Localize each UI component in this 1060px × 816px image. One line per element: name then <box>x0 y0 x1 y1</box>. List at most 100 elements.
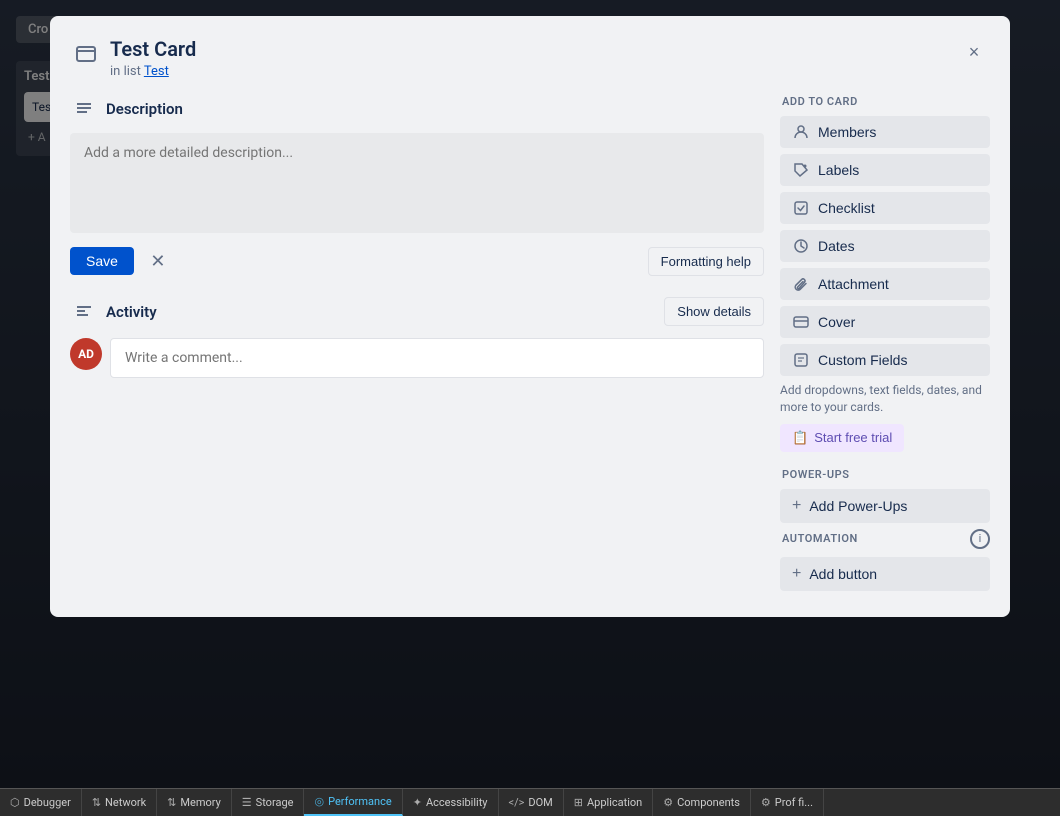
show-details-button[interactable]: Show details <box>664 297 764 326</box>
dates-button[interactable]: Dates <box>780 230 990 262</box>
members-label: Members <box>818 124 876 140</box>
labels-label: Labels <box>818 162 859 178</box>
custom-fields-icon <box>792 352 810 368</box>
comment-input[interactable] <box>110 338 764 378</box>
custom-fields-description: Add dropdowns, text fields, dates, and m… <box>780 382 990 416</box>
attachment-icon <box>792 276 810 292</box>
attachment-button[interactable]: Attachment <box>780 268 990 300</box>
accessibility-icon: ✦ <box>413 796 422 809</box>
dates-icon <box>792 238 810 254</box>
automation-title: AUTOMATION <box>780 532 860 545</box>
power-ups-section: POWER-UPS + Add Power-Ups <box>780 468 990 523</box>
add-button-label: Add button <box>809 566 877 582</box>
performance-label: Performance <box>328 795 392 808</box>
power-ups-title: POWER-UPS <box>780 468 990 481</box>
devtools-bar: ⬡ Debugger ⇅ Network ⇅ Memory ☰ Storage … <box>0 788 1060 816</box>
network-icon: ⇅ <box>92 796 101 809</box>
attachment-label: Attachment <box>818 276 889 292</box>
devtool-network[interactable]: ⇅ Network <box>82 789 157 816</box>
labels-icon <box>792 162 810 178</box>
modal-backdrop: Test Card in list Test × <box>0 0 1060 816</box>
storage-icon: ☰ <box>242 796 252 809</box>
components-label: Components <box>677 796 740 809</box>
add-to-card-title: ADD TO CARD <box>780 95 990 108</box>
checklist-label: Checklist <box>818 200 875 216</box>
description-header: Description <box>70 95 764 123</box>
automation-header: AUTOMATION i <box>780 529 990 549</box>
start-free-trial-button[interactable]: 📋 Start free trial <box>780 424 904 452</box>
cover-label: Cover <box>818 314 855 330</box>
add-button-icon: + <box>792 565 801 583</box>
card-modal: Test Card in list Test × <box>50 16 1010 617</box>
labels-button[interactable]: Labels <box>780 154 990 186</box>
cancel-button[interactable]: ✕ <box>142 245 174 277</box>
cover-button[interactable]: Cover <box>780 306 990 338</box>
devtool-components[interactable]: ⚙ Components <box>653 789 751 816</box>
dates-label: Dates <box>818 238 855 254</box>
devtool-dom[interactable]: </> DOM <box>499 789 564 816</box>
subtitle-prefix: in list <box>110 64 141 79</box>
list-link[interactable]: Test <box>144 64 169 79</box>
activity-header-left: Activity <box>70 298 157 326</box>
user-avatar: AD <box>70 338 102 370</box>
modal-header: Test Card in list Test × <box>70 36 990 79</box>
devtool-accessibility[interactable]: ✦ Accessibility <box>403 789 499 816</box>
profiler-icon: ⚙ <box>761 796 771 809</box>
save-button[interactable]: Save <box>70 247 134 275</box>
modal-title-section: Test Card in list Test <box>110 36 990 79</box>
modal-sidebar: ADD TO CARD Members <box>780 95 990 597</box>
add-power-ups-button[interactable]: + Add Power-Ups <box>780 489 990 523</box>
activity-title: Activity <box>106 303 157 321</box>
description-icon <box>70 95 98 123</box>
formatting-help-button[interactable]: Formatting help <box>648 247 764 276</box>
add-power-ups-label: Add Power-Ups <box>809 498 907 514</box>
memory-label: Memory <box>180 796 220 809</box>
devtool-performance[interactable]: ◎ Performance <box>304 789 402 816</box>
activity-section: Activity Show details AD <box>70 297 764 378</box>
modal-body: Description Save ✕ Formatting help <box>70 95 990 597</box>
debugger-label: Debugger <box>24 796 71 809</box>
devtool-debugger[interactable]: ⬡ Debugger <box>0 789 82 816</box>
members-button[interactable]: Members <box>780 116 990 148</box>
add-button-button[interactable]: + Add button <box>780 557 990 591</box>
description-textarea[interactable] <box>70 133 764 233</box>
debugger-icon: ⬡ <box>10 796 20 809</box>
add-power-ups-icon: + <box>792 497 801 515</box>
modal-title: Test Card <box>110 36 990 62</box>
dom-label: DOM <box>528 796 552 809</box>
close-button[interactable]: × <box>958 36 990 68</box>
comment-row: AD <box>70 338 764 378</box>
cover-icon <box>792 314 810 330</box>
memory-icon: ⇅ <box>167 796 176 809</box>
description-title: Description <box>106 100 183 118</box>
network-label: Network <box>105 796 146 809</box>
activity-icon <box>70 298 98 326</box>
members-icon <box>792 124 810 140</box>
custom-fields-section: Custom Fields Add dropdowns, text fields… <box>780 344 990 452</box>
custom-fields-label: Custom Fields <box>818 352 907 368</box>
performance-icon: ◎ <box>314 795 324 808</box>
modal-main: Description Save ✕ Formatting help <box>70 95 764 597</box>
storage-label: Storage <box>256 796 294 809</box>
devtool-memory[interactable]: ⇅ Memory <box>157 789 232 816</box>
trial-icon: 📋 <box>792 430 808 446</box>
automation-section: AUTOMATION i + Add button <box>780 529 990 591</box>
activity-header: Activity Show details <box>70 297 764 326</box>
application-label: Application <box>587 796 642 809</box>
automation-info-icon[interactable]: i <box>970 529 990 549</box>
application-icon: ⊞ <box>574 796 583 809</box>
card-icon <box>70 38 102 70</box>
components-icon: ⚙ <box>663 796 673 809</box>
profiler-label: Prof fi... <box>775 796 813 809</box>
description-toolbar: Save ✕ Formatting help <box>70 245 764 277</box>
custom-fields-button[interactable]: Custom Fields <box>780 344 990 376</box>
modal-subtitle: in list Test <box>110 64 990 79</box>
devtool-storage[interactable]: ☰ Storage <box>232 789 305 816</box>
accessibility-label: Accessibility <box>426 796 488 809</box>
checklist-icon <box>792 200 810 216</box>
checklist-button[interactable]: Checklist <box>780 192 990 224</box>
trial-label: Start free trial <box>814 430 892 445</box>
dom-icon: </> <box>509 796 525 809</box>
devtool-profiler[interactable]: ⚙ Prof fi... <box>751 789 824 816</box>
devtool-application[interactable]: ⊞ Application <box>564 789 653 816</box>
